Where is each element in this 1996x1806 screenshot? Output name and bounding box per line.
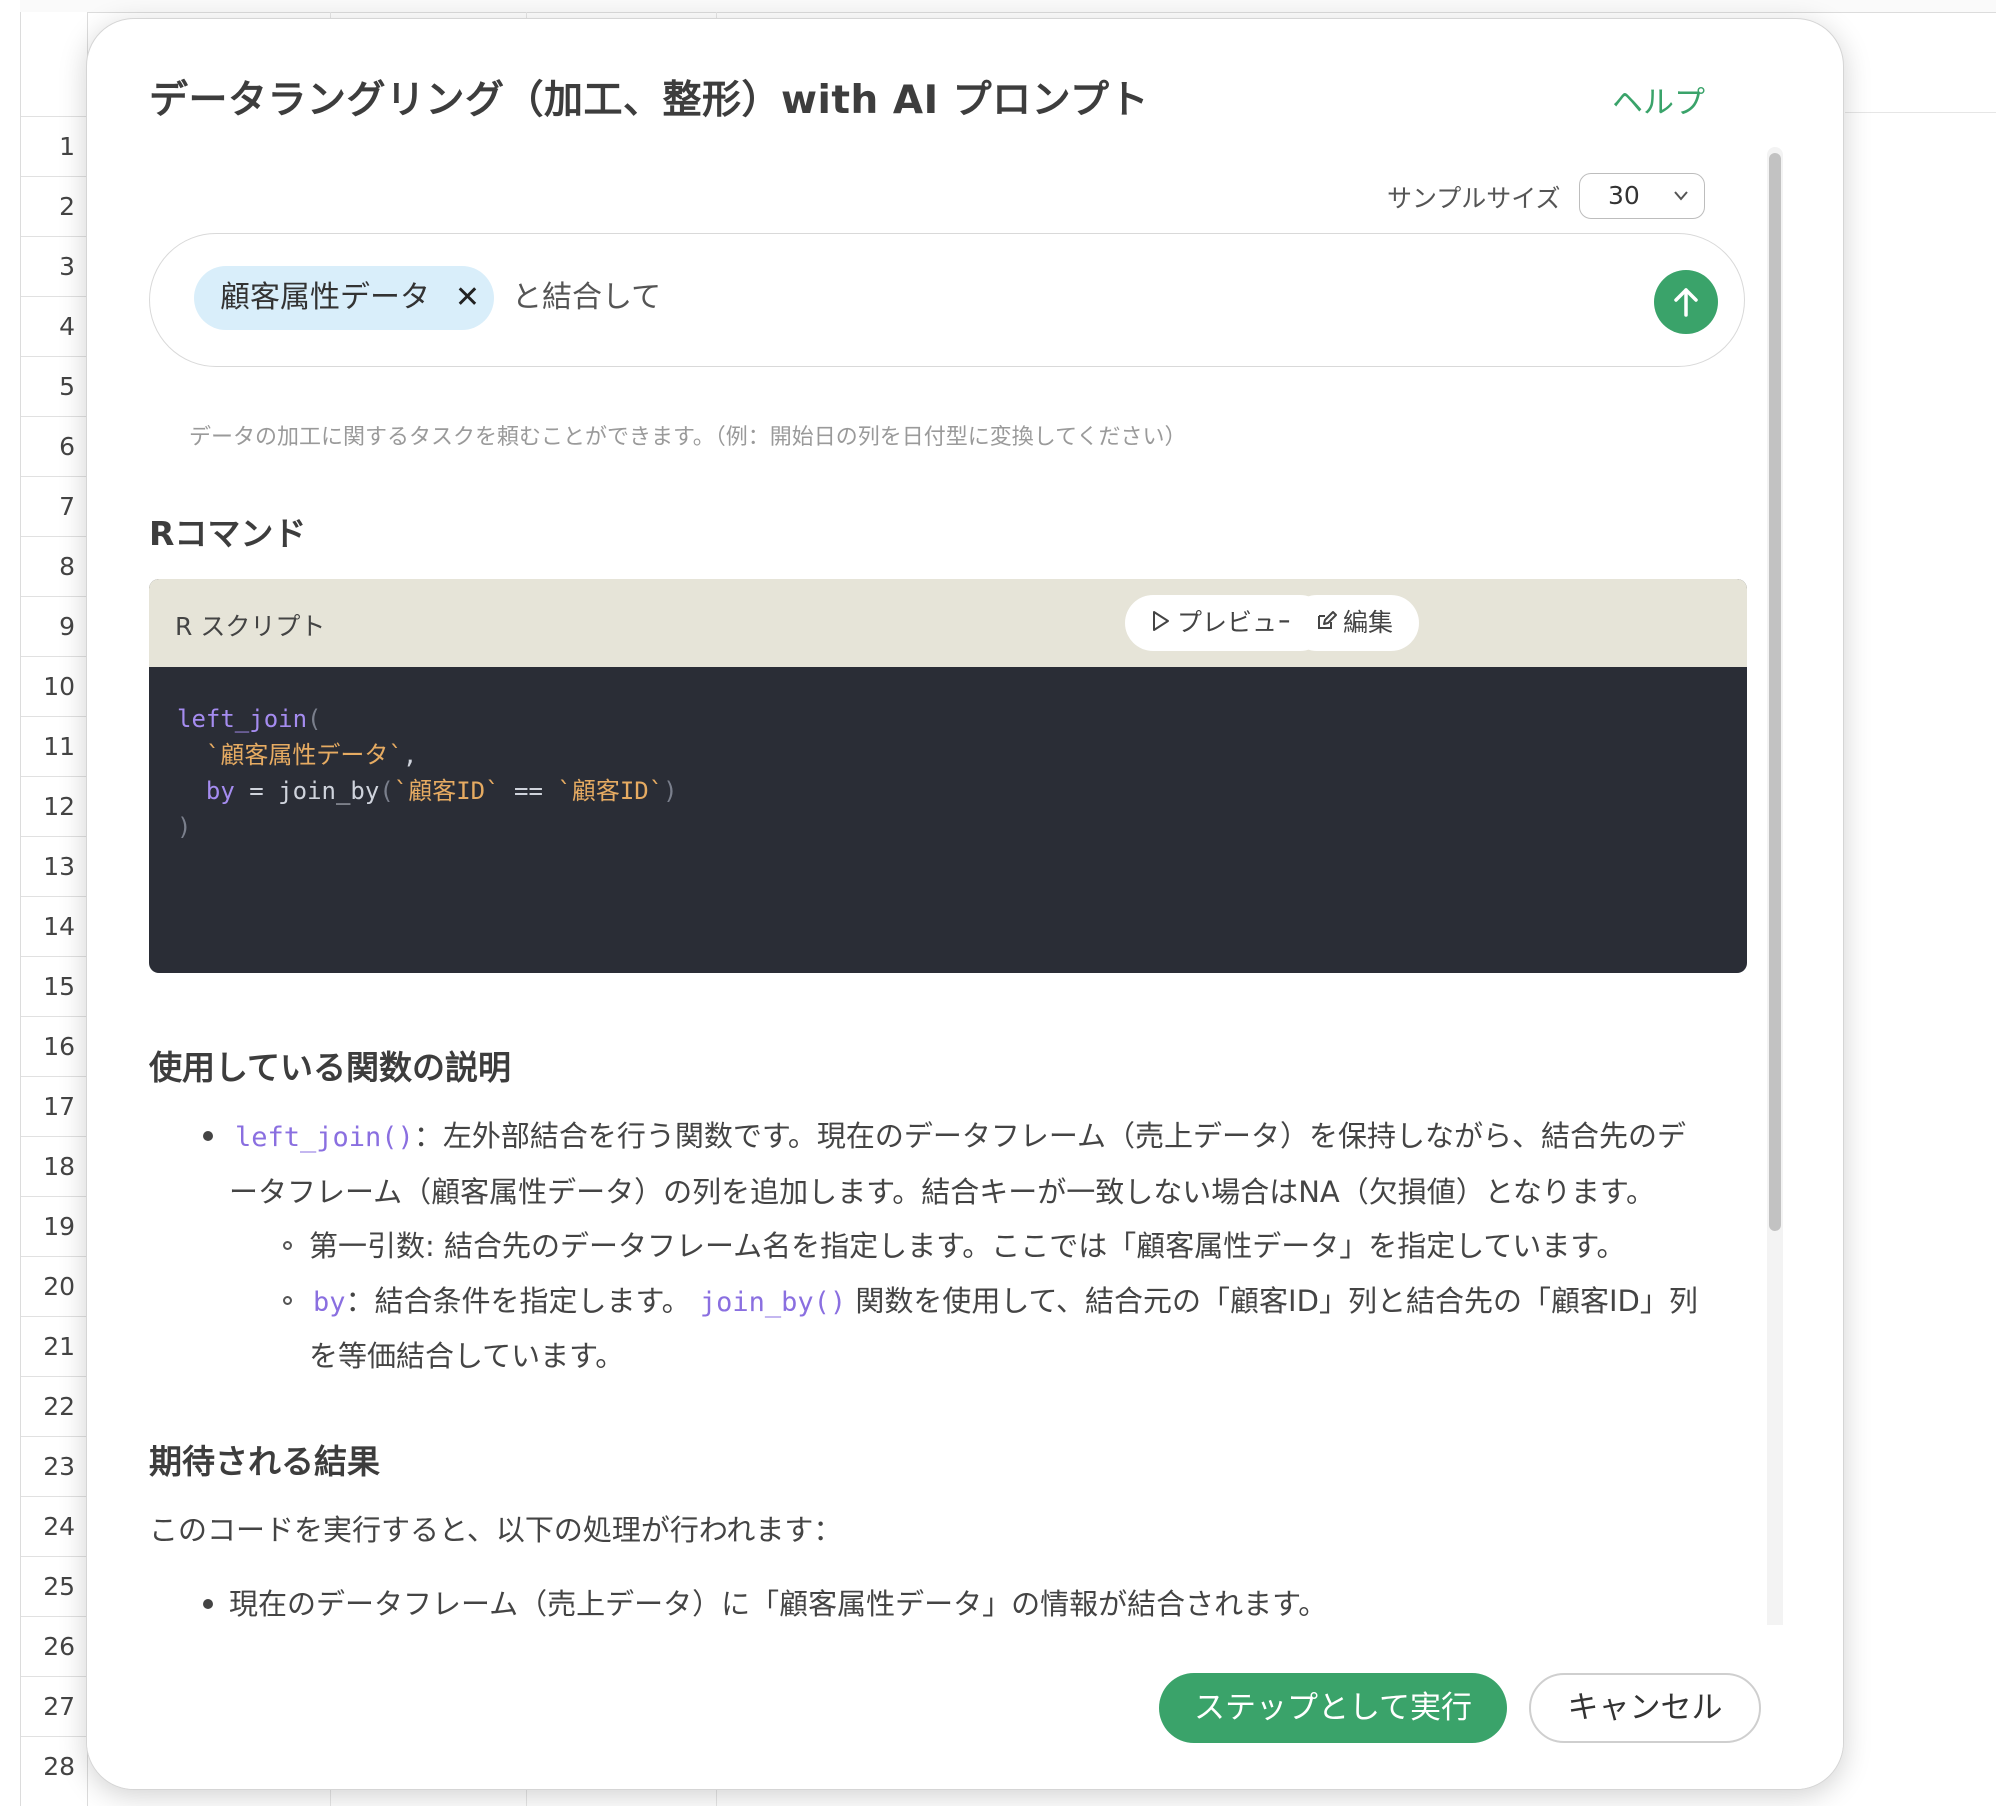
row-number[interactable]: 14 [21,896,87,956]
code-token: ) [177,813,192,841]
code-token: ( [307,705,322,733]
sheet-column-header [20,0,1996,13]
ai-prompt-dialog: データラングリング（加工、整形）with AI プロンプト ヘルプ サンプルサイ… [86,18,1844,1790]
r-script-header: R スクリプト プレビュー 編集 [149,579,1747,667]
row-number[interactable]: 2 [21,176,87,236]
run-as-step-button[interactable]: ステップとして実行 [1159,1673,1507,1743]
row-number[interactable]: 25 [21,1556,87,1616]
code-token: `顧客属性データ` [205,741,403,769]
r-script-panel: R スクリプト プレビュー 編集 left_join( `顧客属性データ`, b… [149,579,1747,973]
dialog-scroll-content[interactable]: データラングリング（加工、整形）with AI プロンプト ヘルプ サンプルサイ… [87,19,1767,1625]
row-number[interactable]: 3 [21,236,87,296]
sheet-grid-line [1845,112,1996,113]
dataset-chip-label: 顧客属性データ [220,280,430,315]
dataset-chip: 顧客属性データ ✕ [194,266,494,330]
row-number[interactable]: 11 [21,716,87,776]
inline-code: join_by() [699,1287,847,1318]
result-item: 現在のデータフレーム（売上データ）に「顧客属性データ」の情報が結合されます。 [229,1587,1328,1621]
prompt-hint: データの加工に関するタスクを頼むことができます。（例：開始日の列を日付型に変換し… [189,425,1187,450]
code-token: ( [379,777,394,805]
function-sub-text: ：結合条件を指定します。 [345,1284,691,1318]
cancel-button[interactable]: キャンセル [1529,1673,1761,1743]
function-item-text: ータフレーム（顧客属性データ）の列を追加します。結合キーが一致しない場合はNA（… [229,1175,1655,1209]
code-token: left_join [177,705,308,733]
inline-code: by [313,1287,346,1318]
row-number[interactable]: 18 [21,1136,87,1196]
row-number[interactable]: 16 [21,1016,87,1076]
close-icon[interactable]: ✕ [455,266,480,330]
row-number[interactable]: 8 [21,536,87,596]
edit-button[interactable]: 編集 [1289,595,1420,652]
bullet-icon [203,1131,213,1141]
expected-result-heading: 期待される結果 [149,1442,380,1481]
row-number[interactable]: 19 [21,1196,87,1256]
sub-bullet-icon [283,1296,292,1305]
row-number[interactable]: 1 [21,116,87,176]
function-item-text: ：左外部結合を行う関数です。現在のデータフレーム（売上データ）を保持しながら、結… [413,1119,1687,1153]
preview-label: プレビュー [1177,608,1303,637]
r-script-label: R スクリプト [175,612,326,641]
function-sub-item-by: by：結合条件を指定します。 join_by() 関数を使用して、結合元の「顧客… [313,1278,1698,1320]
code-token: ) [663,777,678,805]
sample-size-select[interactable]: 30 [1579,173,1705,219]
row-number[interactable]: 15 [21,956,87,1016]
play-outline-icon [1151,596,1171,652]
code-token: == [499,777,558,805]
row-number[interactable]: 6 [21,416,87,476]
scrollbar-thumb[interactable] [1769,153,1781,1231]
code-token: , [402,741,418,769]
help-link[interactable]: ヘルプ [1612,77,1705,122]
code-token: `顧客ID` [557,777,664,805]
arrow-up-icon [1674,288,1698,317]
function-sub-text: を等価結合しています。 [309,1339,625,1373]
prompt-input-box[interactable]: 顧客属性データ ✕ と結合して [149,233,1745,367]
row-number[interactable]: 12 [21,776,87,836]
row-number[interactable]: 17 [21,1076,87,1136]
code-token: join_by [278,777,380,805]
row-number[interactable]: 9 [21,596,87,656]
row-number[interactable]: 7 [21,476,87,536]
r-script-code[interactable]: left_join( `顧客属性データ`, by = join_by(`顧客ID… [177,701,678,845]
row-number-gutter: 1 2 3 4 5 6 7 8 9 10 11 12 13 14 15 16 17 18 19 20 21 22 23 24 2… [20,12,88,1806]
bullet-icon [203,1599,213,1609]
function-sub-item: 第一引数: 結合先のデータフレーム名を指定します。ここでは「顧客属性データ」を指… [309,1229,1626,1263]
row-number[interactable]: 28 [21,1736,87,1796]
code-token: by [205,777,235,805]
edit-label: 編集 [1343,608,1394,637]
function-sub-text: 関数を使用して、結合元の「顧客ID」列と結合先の「顧客ID」列 [855,1284,1698,1318]
code-token: = [234,777,279,805]
send-button[interactable] [1654,270,1718,334]
dialog-title: データラングリング（加工、整形）with AI プロンプト [149,78,1149,123]
row-number[interactable]: 24 [21,1496,87,1556]
row-number[interactable]: 20 [21,1256,87,1316]
row-number[interactable]: 22 [21,1376,87,1436]
edit-icon [1315,596,1337,652]
row-number[interactable]: 23 [21,1436,87,1496]
dialog-footer: ステップとして実行 キャンセル [87,1625,1843,1789]
row-number[interactable]: 27 [21,1676,87,1736]
chevron-down-icon [1672,174,1690,233]
sample-size-label: サンプルサイズ [1387,184,1561,213]
code-token: `顧客ID` [393,777,500,805]
row-number[interactable]: 4 [21,296,87,356]
inline-code: left_join() [235,1122,414,1153]
row-number[interactable]: 21 [21,1316,87,1376]
row-number[interactable]: 13 [21,836,87,896]
sub-bullet-icon [283,1241,292,1250]
functions-heading: 使用している関数の説明 [149,1048,512,1087]
row-number[interactable]: 26 [21,1616,87,1676]
sample-size-value: 30 [1608,181,1640,210]
row-number[interactable]: 10 [21,656,87,716]
result-intro: このコードを実行すると、以下の処理が行われます： [149,1513,843,1547]
row-number[interactable]: 5 [21,356,87,416]
prompt-text[interactable]: と結合して [512,266,661,330]
r-command-heading: Rコマンド [149,514,307,553]
function-item-left-join: left_join()：左外部結合を行う関数です。現在のデータフレーム（売上デー… [235,1113,1686,1155]
